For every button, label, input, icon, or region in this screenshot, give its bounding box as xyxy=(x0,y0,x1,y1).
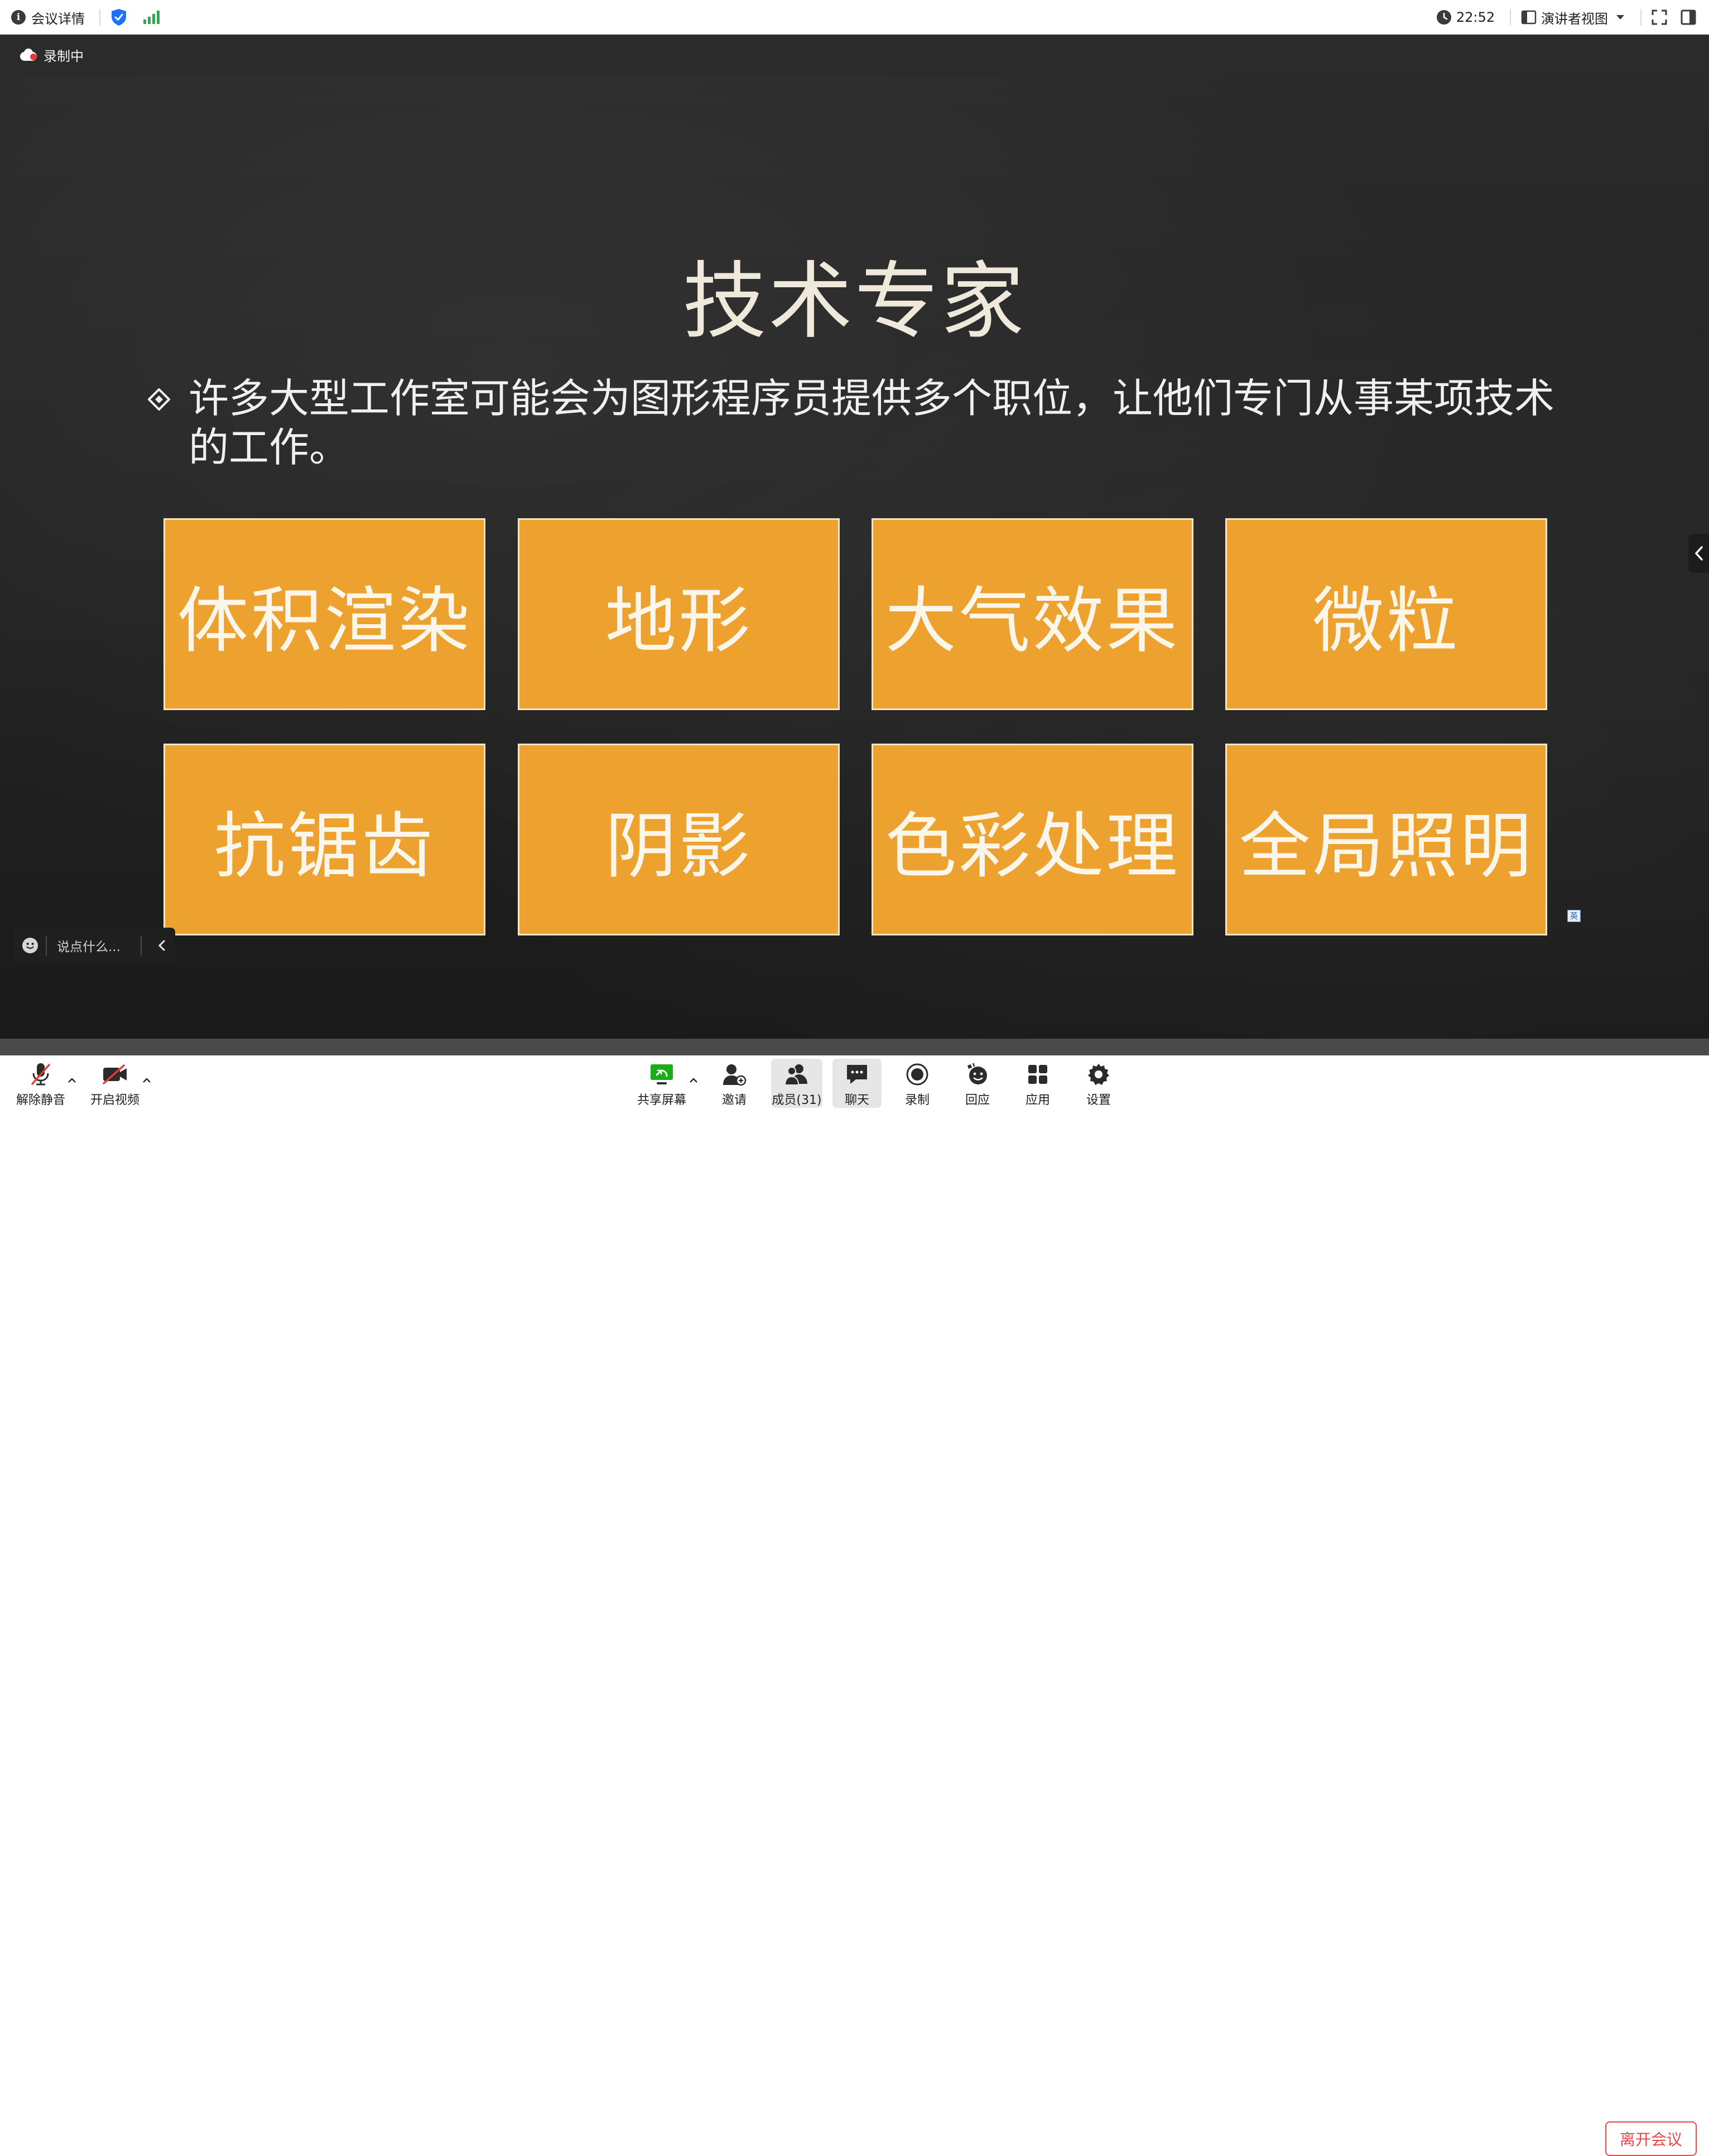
camera-off-icon xyxy=(102,1062,128,1087)
sidebar-toggle-icon[interactable] xyxy=(1681,0,1696,35)
members-label: 成员(31) xyxy=(772,1093,822,1107)
title-bar: i 会议详情 22:52 演讲者视图 xyxy=(0,0,1709,35)
quick-chat-input[interactable]: 说点什么... xyxy=(57,928,121,963)
quick-chat-bar[interactable]: 说点什么... xyxy=(13,928,175,963)
apps-label: 应用 xyxy=(1025,1093,1050,1107)
meeting-details-label: 会议详情 xyxy=(31,11,85,27)
recording-indicator[interactable]: 录制中 xyxy=(20,35,84,75)
unmute-label: 解除静音 xyxy=(16,1093,65,1107)
topic-box: 大气效果 xyxy=(872,518,1193,710)
recording-bar: 录制中 xyxy=(0,35,1709,75)
reaction-icon xyxy=(964,1062,991,1087)
topic-box: 阴影 xyxy=(518,744,840,935)
divider xyxy=(1640,9,1641,26)
members-button[interactable]: 成员(31) xyxy=(771,1059,822,1108)
record-icon xyxy=(904,1062,931,1087)
recording-label: 录制中 xyxy=(44,48,84,64)
invite-label: 邀请 xyxy=(721,1093,747,1107)
start-video-button[interactable]: 开启视频 xyxy=(84,1059,146,1108)
clock-time: 22:52 xyxy=(1456,9,1495,25)
chat-label: 聊天 xyxy=(844,1093,869,1107)
input-language-badge: 英 xyxy=(1567,910,1581,922)
topic-box: 色彩处理 xyxy=(872,744,1193,935)
share-screen-label: 共享屏幕 xyxy=(637,1093,686,1107)
members-icon xyxy=(783,1062,810,1087)
microphone-muted-icon xyxy=(27,1062,54,1087)
security-shield-icon[interactable] xyxy=(110,0,127,35)
invite-button[interactable]: 邀请 xyxy=(712,1059,757,1108)
divider xyxy=(1510,9,1511,26)
chat-bubble-icon xyxy=(844,1062,870,1087)
slide-title: 技术专家 xyxy=(682,253,1027,350)
apps-button[interactable]: 应用 xyxy=(1015,1059,1060,1108)
shared-slide: 技术专家 许多大型工作室可能会为图形程序员提供多个职位，让他们专门从事某项技术的… xyxy=(0,75,1709,1039)
view-mode-label: 演讲者视图 xyxy=(1541,11,1608,27)
topic-box: 体积渲染 xyxy=(163,518,485,710)
unmute-button[interactable]: 解除静音 xyxy=(10,1059,71,1108)
info-icon: i xyxy=(11,10,26,25)
chevron-left-icon xyxy=(158,940,165,951)
divider xyxy=(99,9,100,26)
speaker-view-icon xyxy=(1521,10,1537,25)
expand-panel-button[interactable] xyxy=(1688,534,1709,573)
bullet-text: 许多大型工作室可能会为图形程序员提供多个职位，让他们专门从事某项技术的工作。 xyxy=(189,375,1555,471)
leave-meeting-button[interactable]: 离开会议 xyxy=(1605,2121,1697,2156)
network-signal-icon[interactable] xyxy=(143,0,160,35)
meeting-content-area: 录制中 技术专家 许多大型工作室可能会为图形程序员提供多个职位，让他们专门从事某… xyxy=(0,35,1709,1055)
topic-box: 地形 xyxy=(518,518,840,710)
view-mode-dropdown[interactable]: 演讲者视图 xyxy=(1521,0,1626,35)
add-person-icon xyxy=(721,1062,748,1087)
topic-box: 抗锯齿 xyxy=(163,744,485,935)
fullscreen-icon[interactable] xyxy=(1652,0,1667,35)
chevron-left-icon xyxy=(1694,546,1703,561)
settings-button[interactable]: 设置 xyxy=(1076,1059,1121,1108)
share-options-caret[interactable] xyxy=(687,1074,700,1087)
reactions-label: 回应 xyxy=(965,1093,990,1107)
clock-icon xyxy=(1437,10,1451,25)
apps-grid-icon xyxy=(1024,1062,1051,1087)
divider xyxy=(141,935,142,956)
chat-button[interactable]: 聊天 xyxy=(832,1059,882,1108)
divider xyxy=(46,935,47,956)
gear-icon xyxy=(1085,1062,1112,1087)
content-bottom-strip xyxy=(0,1039,1709,1055)
video-options-caret[interactable] xyxy=(141,1074,153,1087)
reactions-button[interactable]: 回应 xyxy=(955,1059,1000,1108)
emoji-icon[interactable] xyxy=(22,938,38,953)
share-screen-icon xyxy=(648,1062,675,1087)
settings-label: 设置 xyxy=(1086,1093,1111,1107)
share-screen-button[interactable]: 共享屏幕 xyxy=(630,1059,693,1108)
audio-options-caret[interactable] xyxy=(66,1074,78,1087)
start-video-label: 开启视频 xyxy=(90,1093,139,1107)
collapse-chat-button[interactable] xyxy=(152,928,172,963)
record-label: 录制 xyxy=(904,1093,930,1107)
meeting-details-button[interactable]: i 会议详情 xyxy=(11,0,85,35)
topic-box: 全局照明 xyxy=(1225,744,1547,935)
diamond-bullet-icon xyxy=(148,388,170,411)
chevron-down-icon xyxy=(1616,15,1624,20)
meeting-toolbar: 解除静音 开启视频 共享屏幕 邀请 成员(31) 聊天 录制 回应 应用 设置 … xyxy=(0,1055,1709,2156)
topic-box: 微粒 xyxy=(1225,518,1547,710)
record-button[interactable]: 录制 xyxy=(895,1059,940,1108)
meeting-clock: 22:52 xyxy=(1436,0,1495,35)
cloud-recording-icon xyxy=(20,49,37,61)
